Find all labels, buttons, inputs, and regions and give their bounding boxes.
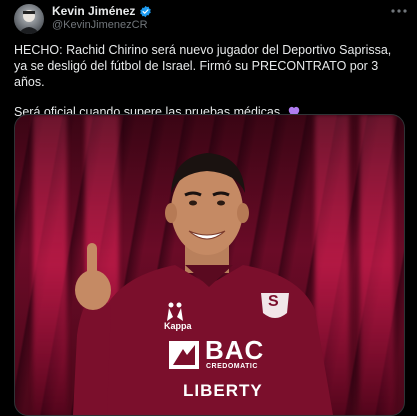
author-name-row: Kevin Jiménez (52, 4, 152, 18)
sponsor-bac-text: BAC (205, 335, 265, 365)
author-handle[interactable]: @KevinJimenezCR (52, 19, 148, 31)
author-display-name[interactable]: Kevin Jiménez (52, 4, 135, 18)
avatar[interactable] (14, 4, 44, 34)
sponsor-liberty-text: LIBERTY (183, 381, 263, 400)
more-options-icon (391, 9, 407, 13)
avatar-photo (18, 10, 40, 34)
verified-badge-icon (140, 5, 152, 17)
sponsor-bac-subtext: CREDOMATIC (206, 363, 258, 370)
tweet-paragraph-1: HECHO: Rachid Chirino será nuevo jugador… (14, 43, 392, 89)
more-options-button[interactable] (389, 2, 409, 20)
jersey-crest-letter: S (268, 293, 279, 310)
player-illustration (73, 153, 333, 415)
tweet-card[interactable]: Kevin Jiménez @KevinJimenezCR HECHO: Rac… (0, 0, 417, 416)
jersey-brand-text: Kappa (164, 321, 192, 331)
tweet-media-image[interactable]: Kappa S BAC CREDOMATIC LIBERTY (14, 114, 405, 416)
